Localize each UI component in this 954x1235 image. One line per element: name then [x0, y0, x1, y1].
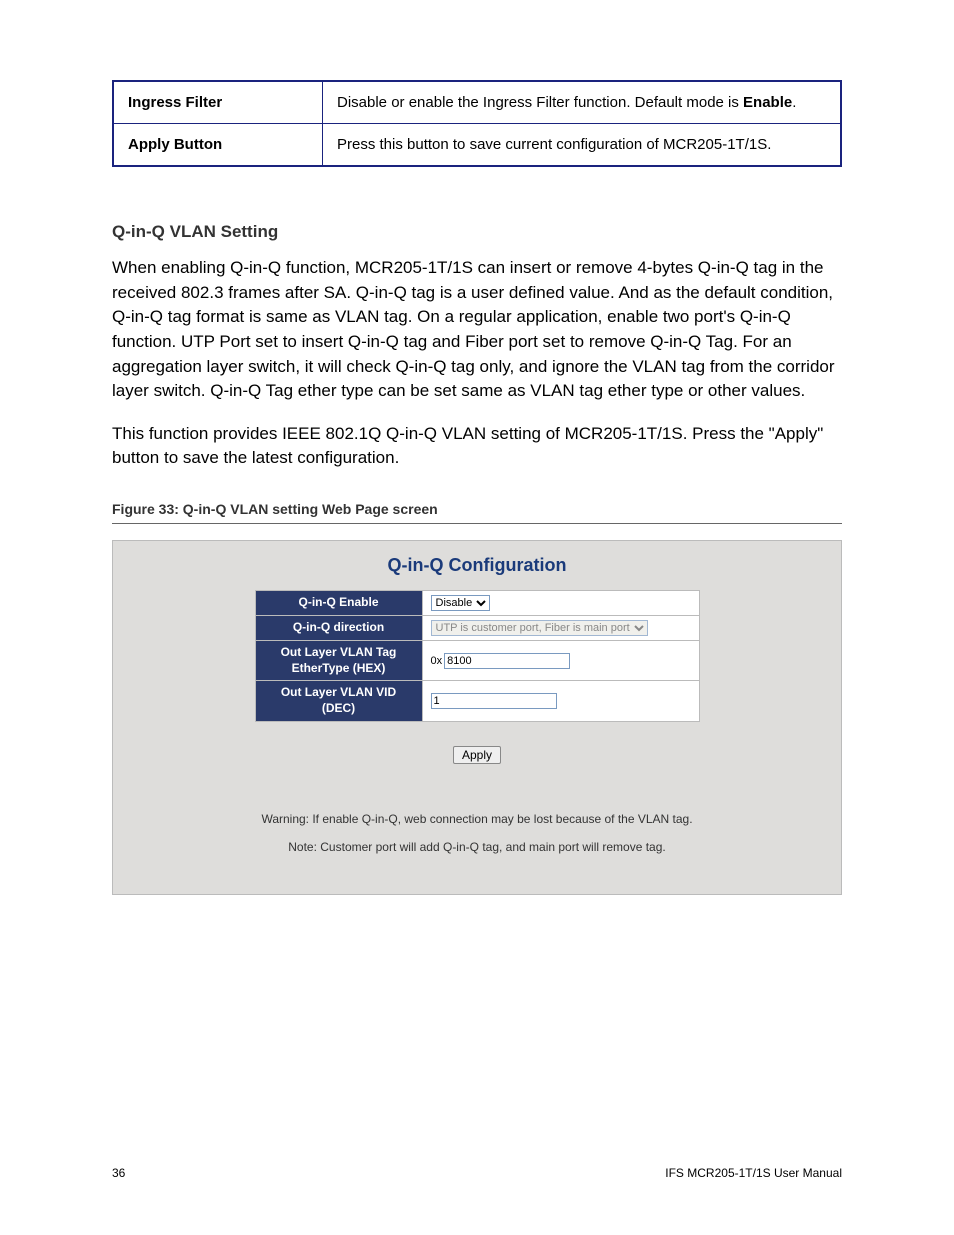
parameter-table: Ingress Filter Disable or enable the Ing…: [112, 80, 842, 167]
config-row-enable: Q-in-Q Enable Disable: [255, 591, 699, 616]
panel-title: Q-in-Q Configuration: [113, 555, 841, 576]
row-label: Out Layer VLAN VID (DEC): [255, 681, 422, 721]
row-value: UTP is customer port, Fiber is main port: [422, 616, 699, 641]
body-paragraph: When enabling Q-in-Q function, MCR205-1T…: [112, 256, 842, 404]
qinq-config-table: Q-in-Q Enable Disable Q-in-Q direction U…: [255, 590, 700, 721]
panel-warning-text: Warning: If enable Q-in-Q, web connectio…: [113, 812, 841, 826]
page-footer: 36 IFS MCR205-1T/1S User Manual: [112, 1166, 842, 1180]
row-label: Q-in-Q direction: [255, 616, 422, 641]
param-desc-text: Press this button to save current config…: [337, 136, 771, 153]
row-value: Disable: [422, 591, 699, 616]
param-desc-suffix: .: [792, 94, 796, 111]
config-row-vid: Out Layer VLAN VID (DEC): [255, 681, 699, 721]
apply-row: Apply: [113, 746, 841, 764]
row-value: [422, 681, 699, 721]
panel-note-text: Note: Customer port will add Q-in-Q tag,…: [113, 840, 841, 854]
param-desc: Disable or enable the Ingress Filter fun…: [323, 81, 842, 124]
qinq-enable-select[interactable]: Disable: [431, 595, 490, 611]
page-number: 36: [112, 1166, 125, 1180]
qinq-screenshot-panel: Q-in-Q Configuration Q-in-Q Enable Disab…: [112, 540, 842, 894]
manual-title: IFS MCR205-1T/1S User Manual: [665, 1166, 842, 1180]
figure-caption: Figure 33: Q-in-Q VLAN setting Web Page …: [112, 501, 842, 524]
row-value: 0x: [422, 641, 699, 681]
apply-button[interactable]: Apply: [453, 746, 501, 764]
ethertype-input[interactable]: [444, 653, 570, 669]
section-heading: Q-in-Q VLAN Setting: [112, 222, 842, 242]
config-row-direction: Q-in-Q direction UTP is customer port, F…: [255, 616, 699, 641]
param-label: Apply Button: [113, 124, 323, 167]
param-label: Ingress Filter: [113, 81, 323, 124]
row-label: Out Layer VLAN Tag EtherType (HEX): [255, 641, 422, 681]
param-desc: Press this button to save current config…: [323, 124, 842, 167]
param-desc-text: Disable or enable the Ingress Filter fun…: [337, 94, 743, 111]
param-desc-bold: Enable: [743, 94, 792, 111]
row-label: Q-in-Q Enable: [255, 591, 422, 616]
document-page: Ingress Filter Disable or enable the Ing…: [0, 0, 954, 1235]
body-paragraph: This function provides IEEE 802.1Q Q-in-…: [112, 422, 842, 471]
qinq-direction-select[interactable]: UTP is customer port, Fiber is main port: [431, 620, 648, 636]
table-row: Ingress Filter Disable or enable the Ing…: [113, 81, 841, 124]
hex-prefix-label: 0x: [431, 655, 443, 667]
config-row-ethertype: Out Layer VLAN Tag EtherType (HEX) 0x: [255, 641, 699, 681]
table-row: Apply Button Press this button to save c…: [113, 124, 841, 167]
vid-input[interactable]: [431, 693, 557, 709]
